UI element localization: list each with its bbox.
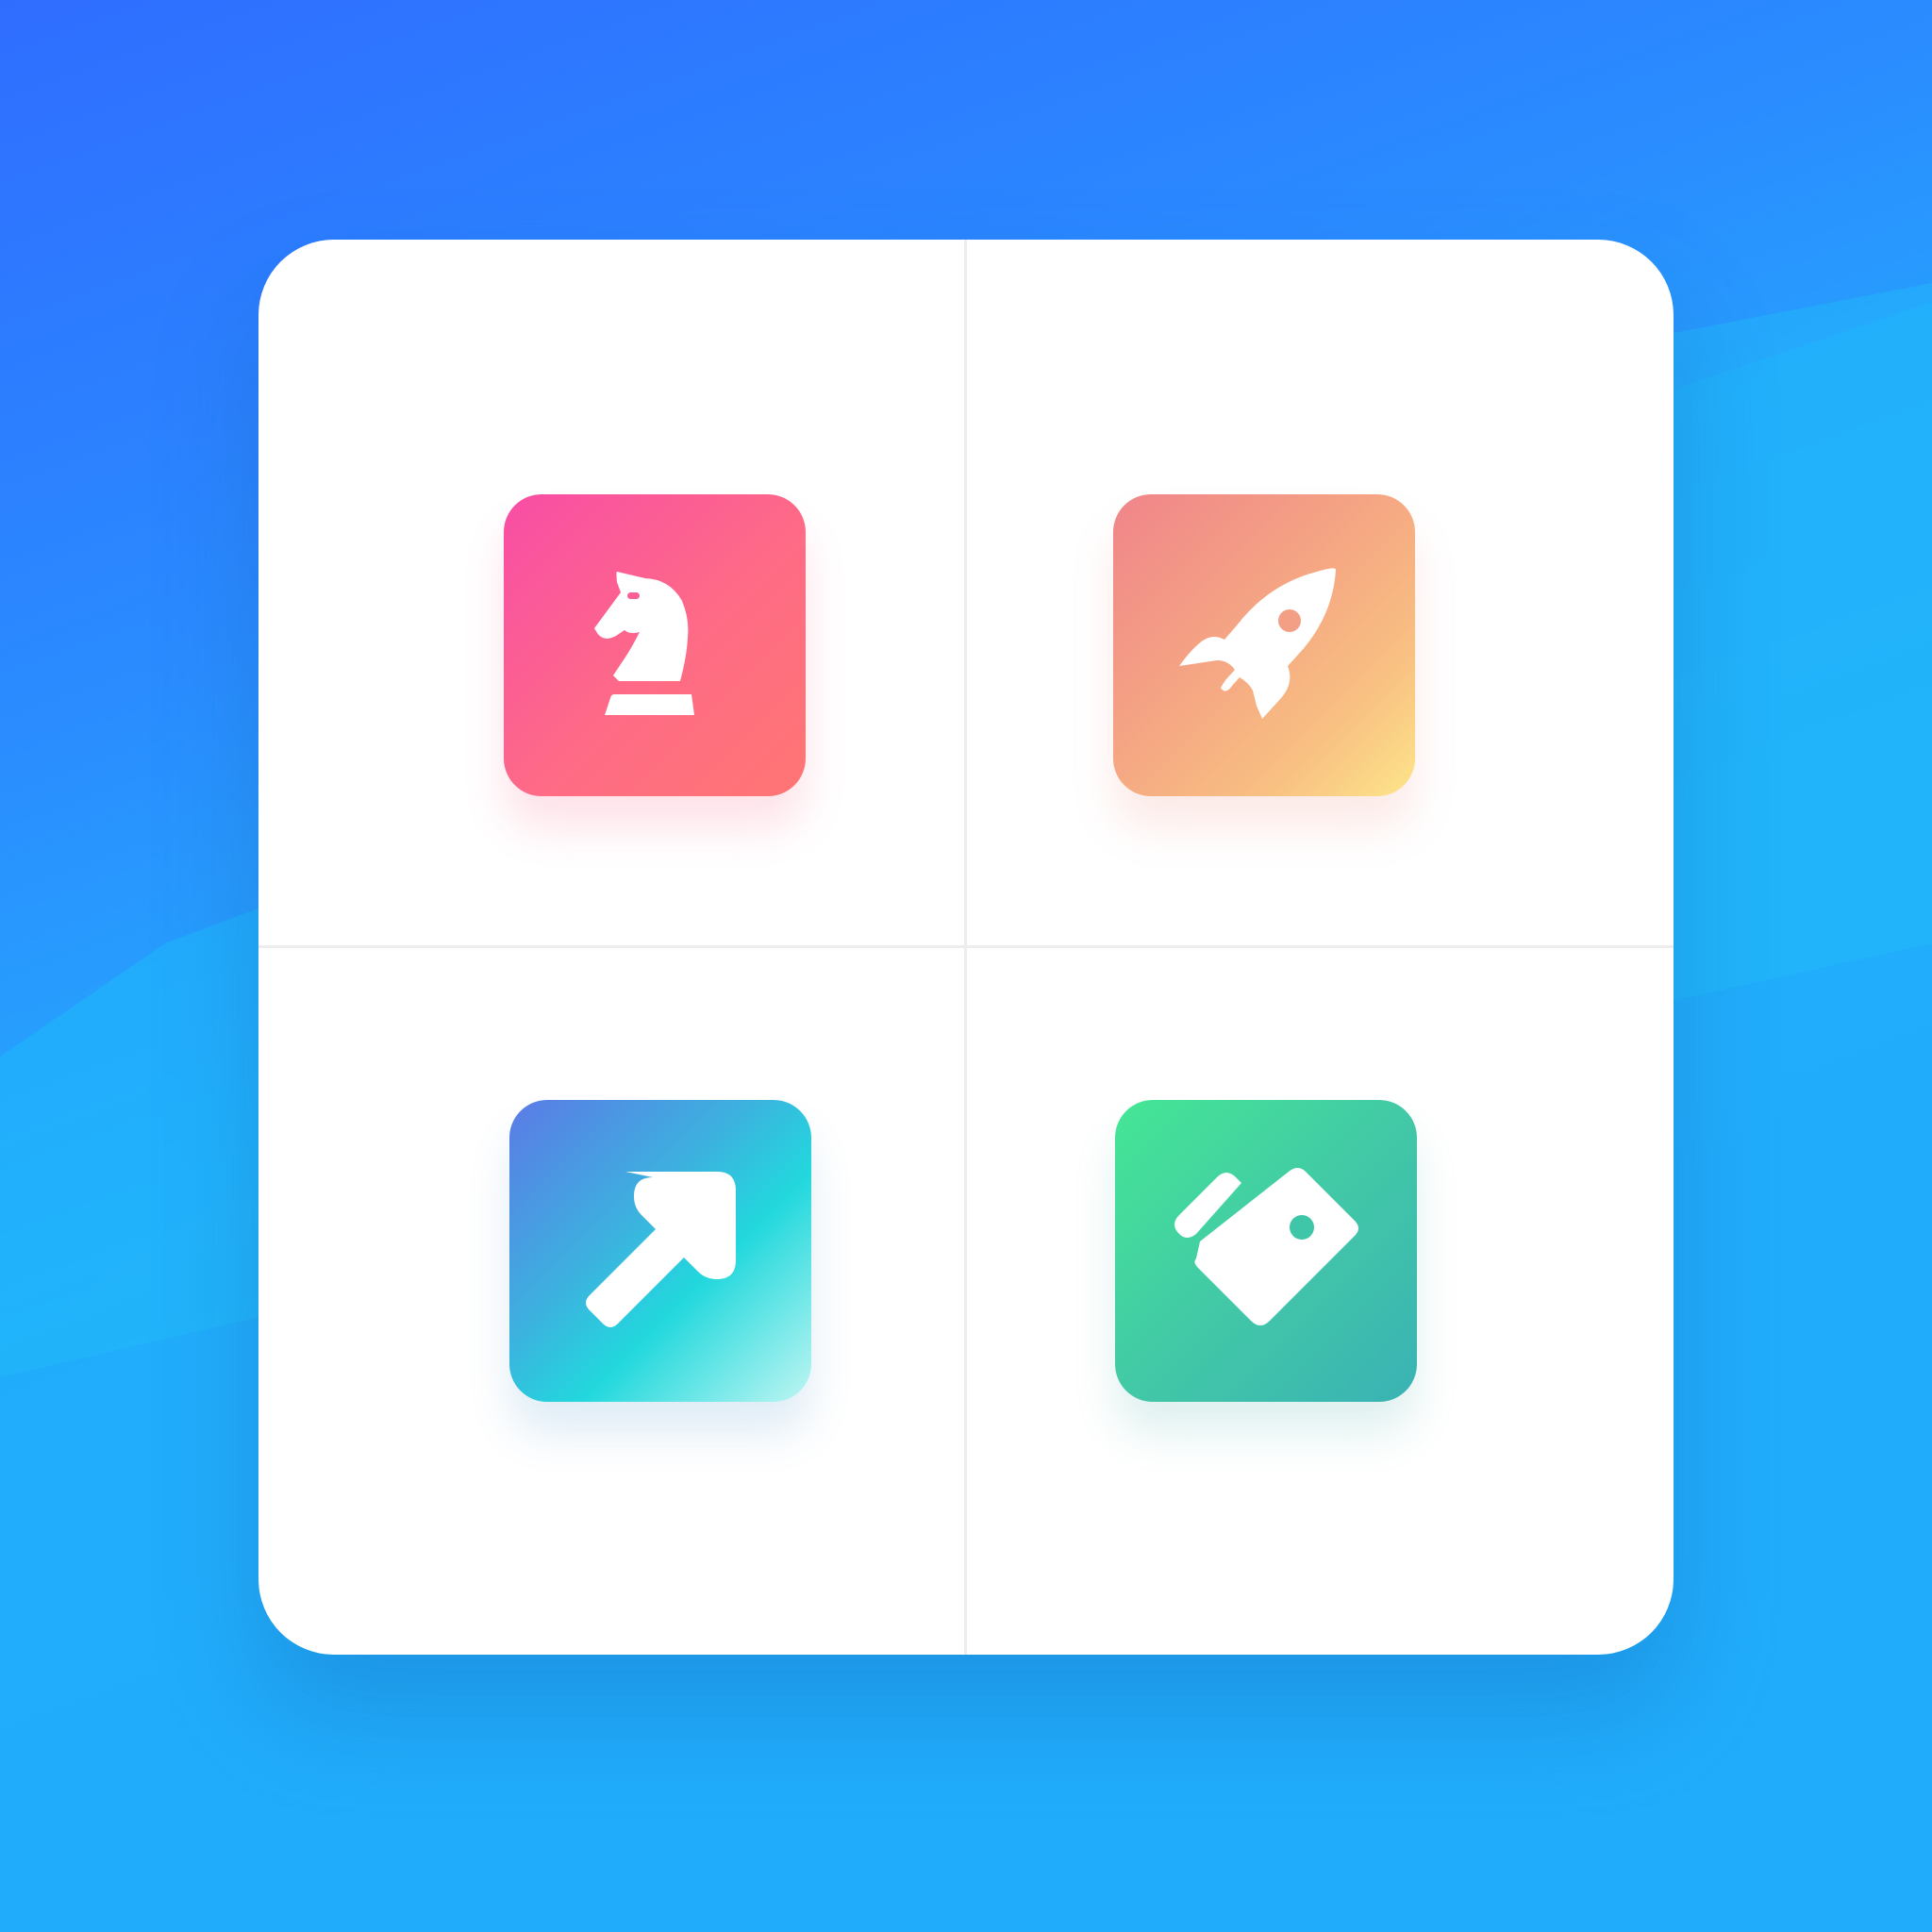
arrow-up-right-icon (586, 1172, 736, 1327)
grid-cell-top-left (258, 240, 966, 947)
rocket-app-tile[interactable] (1113, 494, 1415, 796)
grid-cell-bottom-left (258, 947, 966, 1655)
icon-grid-card (258, 240, 1674, 1655)
grid-cell-top-right (966, 240, 1674, 947)
grid-cell-bottom-right (966, 947, 1674, 1655)
price-tags-icon (1174, 1168, 1358, 1325)
rocket-icon (1179, 568, 1336, 719)
arrow-app-tile[interactable] (509, 1100, 811, 1402)
knight-app-tile[interactable] (504, 494, 806, 796)
chess-knight-icon (594, 572, 694, 715)
tags-app-tile[interactable] (1115, 1100, 1417, 1402)
